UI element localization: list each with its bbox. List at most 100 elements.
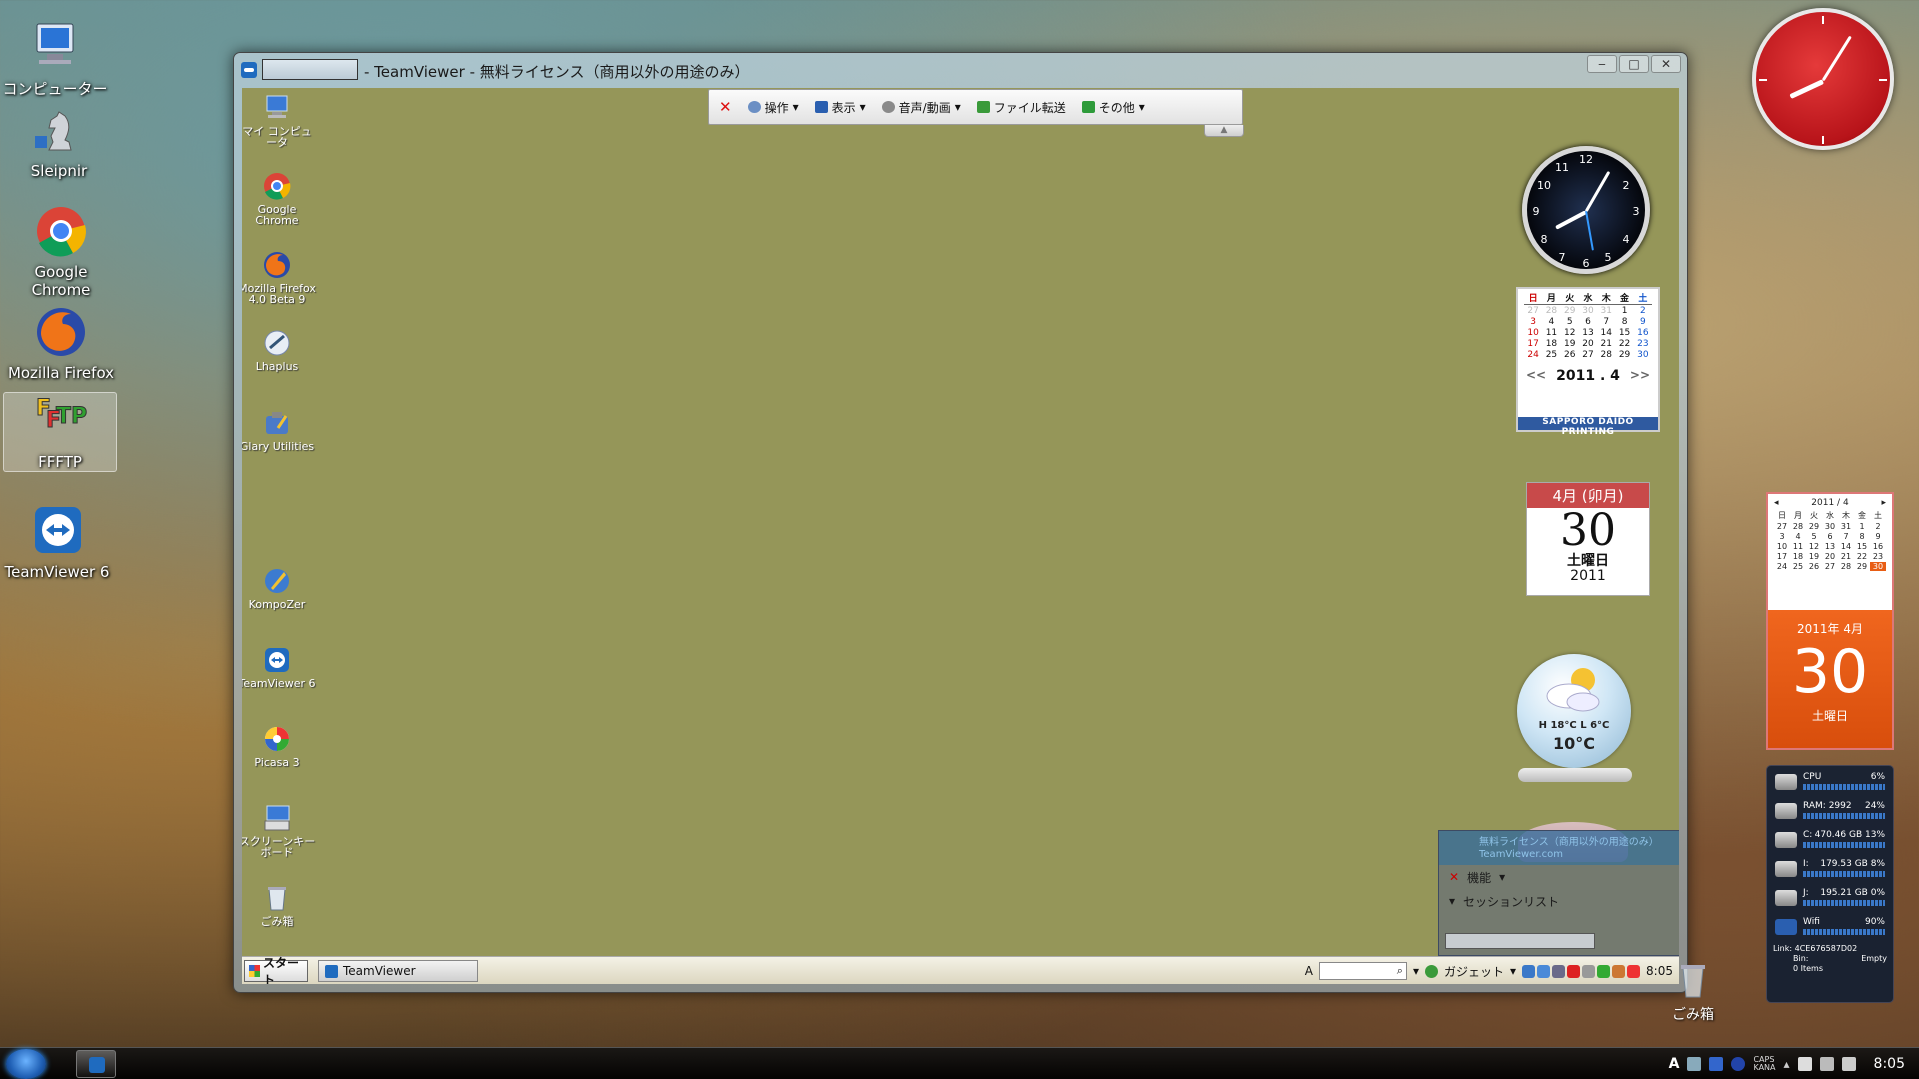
calendar-day[interactable]: 13 [1579, 328, 1597, 338]
volume-icon[interactable] [1582, 964, 1596, 978]
calendar-day[interactable]: 29 [1615, 350, 1633, 360]
calendar-day[interactable]: 17 [1774, 552, 1790, 561]
calendar-day[interactable]: 16 [1634, 328, 1652, 338]
calendar-day[interactable]: 17 [1524, 339, 1542, 349]
calendar-day[interactable]: 28 [1790, 522, 1806, 531]
ime-indicator[interactable]: A [1305, 964, 1313, 978]
calendar-day[interactable]: 21 [1838, 552, 1854, 561]
actions-menu[interactable]: 操作 ▾ [747, 99, 799, 116]
close-icon[interactable]: ✕ [1449, 870, 1459, 884]
teamviewer-window[interactable]: - TeamViewer - 無料ライセンス（商用以外の用途のみ） ‒ □ ✕ … [233, 52, 1688, 993]
shield-icon[interactable] [1597, 964, 1611, 978]
remote-icon-screen-keyboard[interactable]: スクリーンキーボード [242, 803, 317, 858]
remote-icon-glary[interactable]: Glary Utilities [242, 408, 317, 452]
features-row[interactable]: ✕ 機能 ▾ [1439, 865, 1679, 889]
calendar-day[interactable]: 19 [1561, 339, 1579, 349]
calendar-day[interactable]: 28 [1542, 306, 1560, 316]
desktop-icon-teamviewer[interactable]: TeamViewer 6 [2, 503, 112, 581]
remote-start-button[interactable]: スタート [244, 956, 308, 984]
calendar-day[interactable]: 13 [1822, 542, 1838, 551]
calendar-day[interactable]: 24 [1774, 562, 1790, 571]
ati-icon[interactable] [1567, 964, 1581, 978]
remote-icon-my-computer[interactable]: マイ コンピュータ [242, 93, 317, 148]
calendar-day[interactable]: 25 [1542, 350, 1560, 360]
calendar-day[interactable]: 12 [1561, 328, 1579, 338]
monitor-icon[interactable] [1552, 964, 1566, 978]
calendar-day[interactable]: 27 [1579, 350, 1597, 360]
next-month-button[interactable]: ▸ [1881, 498, 1886, 508]
calendar-day[interactable]: 9 [1634, 317, 1652, 327]
calendar-day[interactable]: 2 [1634, 306, 1652, 316]
analog-clock-gadget[interactable]: 12 2 3 4 5 6 7 8 9 10 11 [1522, 146, 1650, 274]
calendar-day[interactable]: 18 [1790, 552, 1806, 561]
calendar-day[interactable]: 15 [1615, 328, 1633, 338]
maximize-button[interactable]: □ [1619, 55, 1649, 73]
mini-calendar-gadget[interactable]: ◂ 2011 / 4 ▸ 日月火水木金土 27 28 29 30 31 1 2 3 4 5 6 7 8 9 1… [1766, 492, 1894, 750]
calendar-day[interactable]: 10 [1774, 542, 1790, 551]
calendar-day[interactable]: 30 [1822, 522, 1838, 531]
remote-search-input[interactable]: ⌕ [1318, 962, 1407, 980]
calendar-day[interactable]: 31 [1597, 306, 1615, 316]
calendar-day[interactable]: 8 [1615, 317, 1633, 327]
remote-icon-lhaplus[interactable]: Lhaplus [242, 328, 317, 372]
calendar-day[interactable]: 27 [1822, 562, 1838, 571]
calendar-day[interactable]: 29 [1854, 562, 1870, 571]
calendar-day[interactable]: 24 [1524, 350, 1542, 360]
taskbar-clock[interactable]: 8:05 [1874, 1056, 1905, 1072]
calendar-day[interactable]: 30 [1579, 306, 1597, 316]
next-month-button[interactable]: >> [1630, 368, 1650, 382]
calendar-day[interactable]: 29 [1561, 306, 1579, 316]
desktop-icon-firefox[interactable]: Mozilla Firefox [6, 304, 116, 382]
calendar-day[interactable]: 20 [1822, 552, 1838, 561]
start-button[interactable] [6, 1049, 46, 1079]
extras-menu[interactable]: その他 ▾ [1081, 99, 1145, 116]
minimize-button[interactable]: ‒ [1587, 55, 1617, 73]
dropdown-icon[interactable]: ▾ [1510, 964, 1516, 978]
taskbar-teamviewer-button[interactable] [76, 1050, 116, 1078]
weather-location-selector[interactable] [1518, 768, 1632, 782]
file-transfer-menu[interactable]: ファイル転送 [976, 99, 1066, 116]
prev-month-button[interactable]: ◂ [1774, 498, 1779, 508]
calendar-day[interactable]: 30 [1870, 562, 1886, 571]
action-center-flag-icon[interactable] [1797, 1057, 1812, 1071]
calendar-day[interactable]: 21 [1597, 339, 1615, 349]
calendar-day[interactable]: 16 [1870, 542, 1886, 551]
calendar-day[interactable]: 14 [1597, 328, 1615, 338]
day-calendar-gadget[interactable]: 4月 (卯月) 30 土曜日 2011 [1526, 482, 1650, 596]
view-menu[interactable]: 表示 ▾ [814, 99, 866, 116]
remote-icon-teamviewer[interactable]: TeamViewer 6 [242, 645, 317, 689]
system-monitor-gadget[interactable]: CPU 6% RAM: 2992 24% C: 470.46 GB 13% I: 179… [1766, 765, 1894, 1003]
calendar-day[interactable]: 26 [1561, 350, 1579, 360]
calendar-day[interactable]: 4 [1790, 532, 1806, 541]
calendar-day[interactable]: 29 [1806, 522, 1822, 531]
calendar-day[interactable]: 28 [1838, 562, 1854, 571]
dropdown-icon[interactable]: ▾ [1413, 964, 1419, 978]
calendar-day[interactable]: 7 [1597, 317, 1615, 327]
remote-icon-picasa[interactable]: Picasa 3 [242, 724, 317, 768]
calendar-day[interactable]: 11 [1542, 328, 1560, 338]
calendar-day[interactable]: 11 [1790, 542, 1806, 551]
calendar-day[interactable]: 9 [1870, 532, 1886, 541]
toolbar-collapse-handle[interactable]: ▲ [1204, 125, 1244, 137]
calendar-day[interactable]: 3 [1774, 532, 1790, 541]
help-icon[interactable] [1731, 1057, 1746, 1071]
calendar-day[interactable]: 10 [1524, 328, 1542, 338]
security-icon[interactable] [1627, 964, 1641, 978]
calendar-day[interactable]: 6 [1579, 317, 1597, 327]
weather-gadget[interactable]: H 18°C L 6°C 10°C [1517, 654, 1631, 768]
calendar-day[interactable]: 28 [1597, 350, 1615, 360]
language-icon[interactable] [1709, 1057, 1724, 1071]
audio-video-menu[interactable]: 音声/動画 ▾ [881, 99, 961, 116]
remote-icon-firefox[interactable]: Mozilla Firefox 4.0 Beta 9 [242, 250, 317, 305]
calendar-day[interactable]: 12 [1806, 542, 1822, 551]
remote-icon-kompozer[interactable]: KompoZer [242, 566, 317, 610]
desktop-icon-chrome[interactable]: Google Chrome [6, 203, 116, 299]
ime-indicator[interactable]: A [1669, 1056, 1680, 1072]
tools-icon[interactable] [1687, 1057, 1702, 1071]
calendar-day[interactable]: 2 [1870, 522, 1886, 531]
calendar-day[interactable]: 7 [1838, 532, 1854, 541]
remote-task-teamviewer[interactable]: TeamViewer [318, 960, 478, 982]
calendar-day[interactable]: 5 [1806, 532, 1822, 541]
calendar-day[interactable]: 6 [1822, 532, 1838, 541]
network-icon[interactable] [1522, 964, 1536, 978]
